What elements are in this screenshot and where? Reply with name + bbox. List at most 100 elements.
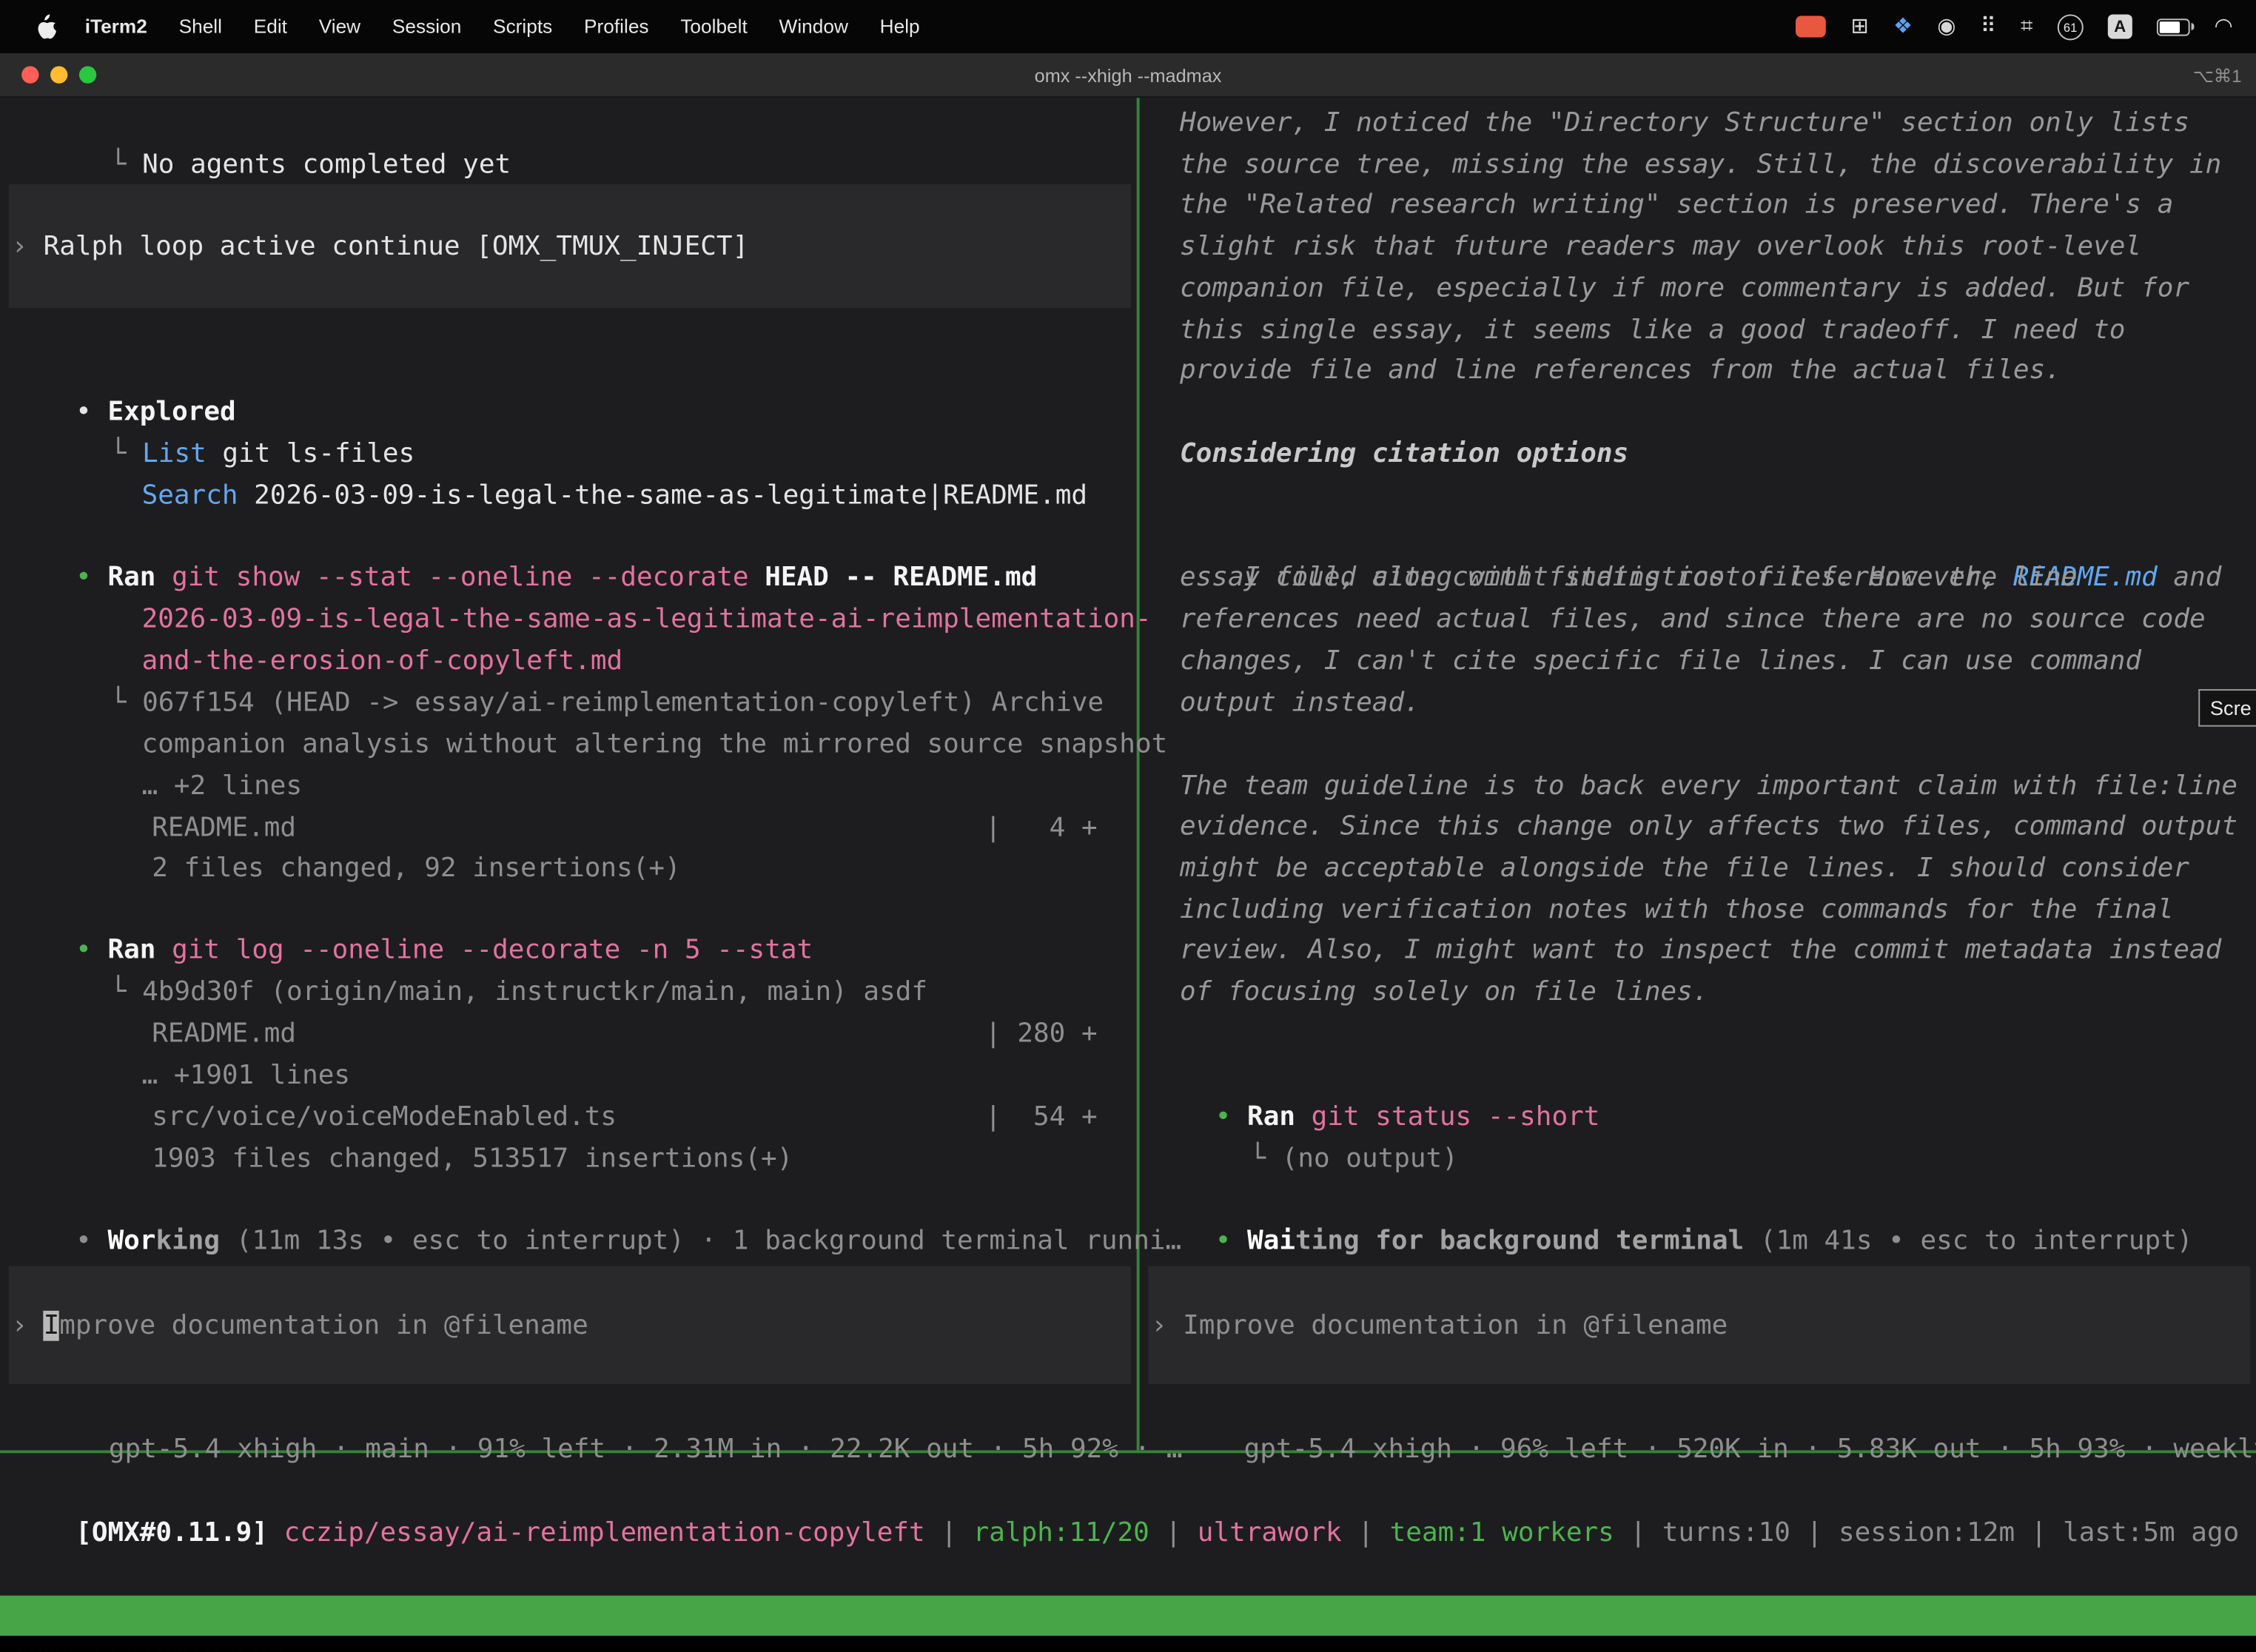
reasoning-text: changes, I can't cite specific file line… <box>1180 646 2141 676</box>
separator: | <box>1342 1518 1390 1548</box>
explored-search-line: Search 2026-03-09-is-legal-the-same-as-l… <box>78 433 1087 474</box>
window-shortcut-hint: ⌥⌘1 <box>2193 64 2242 86</box>
reasoning-line: changes, I can't cite specific file line… <box>1180 640 2141 682</box>
ralph-loop-banner: › Ralph loop active continue [OMX_TMUX_I… <box>9 184 1131 308</box>
spinner-word-tail: ting for background terminal <box>1295 1226 1744 1256</box>
waiting-status-line: • Waiting for background terminal (1m 41… <box>1151 1178 2192 1220</box>
explored-list-line: └ List git ls-files <box>46 392 414 433</box>
reasoning-text: might be acceptable alongside the file l… <box>1180 853 2189 884</box>
reasoning-text: The team guideline is to back every impo… <box>1180 771 2237 802</box>
separator: | <box>925 1518 973 1548</box>
reasoning-text: references need actual files, and since … <box>1180 604 2206 634</box>
bottom-strip <box>0 1636 2256 1651</box>
spinner-word-tail: king <box>155 1226 220 1256</box>
reasoning-heading: Considering citation options <box>1180 433 1628 474</box>
reasoning-line: I could cite commit statistics or refere… <box>1180 515 2221 557</box>
model-status-line-left: gpt-5.4 xhigh · main · 91% left · 2.31M … <box>44 1387 1182 1428</box>
menu-scripts[interactable]: Scripts <box>477 16 568 37</box>
menu-toolbelt[interactable]: Toolbelt <box>665 16 763 37</box>
reasoning-line: essay file, along with finding root file… <box>1180 557 2077 598</box>
diffstat-summary-line: 2 files changed, 92 insertions(+) <box>88 806 681 847</box>
ran-git-status-line: • Ran git status --short <box>1151 1055 1599 1096</box>
menu-shell[interactable]: Shell <box>163 16 238 37</box>
bullet: • <box>75 1226 92 1256</box>
reasoning-text: However, I noticed the "Directory Struct… <box>1180 108 2189 138</box>
diffstat-line: README.md | 4 + <box>88 765 1098 807</box>
waiting-details: (1m 41s • esc to interrupt) <box>1744 1226 2192 1256</box>
search-args: 2026-03-09-is-legal-the-same-as-legitima… <box>238 480 1088 511</box>
prompt-input-right[interactable]: › Improve documentation in @filename <box>1148 1266 2250 1384</box>
screen: iTerm2 Shell Edit View Session Scripts P… <box>0 0 2256 1652</box>
launcher-icon[interactable]: ❖ <box>1893 16 1913 37</box>
diffstat-line: src/voice/voiceModeEnabled.ts | 54 + <box>88 1055 1098 1096</box>
reasoning-text: this single essay, it seems like a good … <box>1180 315 2125 346</box>
reasoning-line: However, I noticed the "Directory Struct… <box>1180 102 2189 144</box>
menu-view[interactable]: View <box>303 16 376 37</box>
omx-turns: turns:10 <box>1662 1518 1790 1548</box>
omx-mode: ultrawork <box>1198 1518 1342 1548</box>
reasoning-text: slight risk that future readers may over… <box>1180 232 2141 262</box>
menu-app-name[interactable]: iTerm2 <box>69 16 163 37</box>
omx-session-time: session:12m <box>1839 1518 2015 1548</box>
menu-help[interactable]: Help <box>864 16 936 37</box>
reasoning-line: might be acceptable alongside the file l… <box>1180 847 2189 889</box>
bullet: • <box>1215 1226 1232 1256</box>
notification-overlay-text: Scre <box>2210 696 2252 719</box>
menu-edit[interactable]: Edit <box>238 16 303 37</box>
reasoning-text: the "Related research writing" section i… <box>1180 190 2173 221</box>
window-title: omx --xhigh --madmax <box>0 64 2256 86</box>
reasoning-text: review. Also, I might want to inspect th… <box>1180 936 2221 966</box>
agents-note-line: └ No agents completed yet <box>46 102 511 144</box>
prompt-chevron: › <box>1151 1310 1167 1340</box>
omx-last-activity: last:5m ago <box>2063 1518 2239 1548</box>
output-text: 1903 files changed, 513517 insertions(+) <box>152 1144 793 1174</box>
banner-text: Ralph loop active continue [OMX_TMUX_INJ… <box>44 231 749 261</box>
circle-icon[interactable]: ◉ <box>1937 16 1955 37</box>
menu-session[interactable]: Session <box>377 16 477 37</box>
apple-menu-icon[interactable] <box>23 14 69 38</box>
app-grid-icon[interactable]: ⠿ <box>1981 16 1996 37</box>
omx-ralph-counter: ralph:11/20 <box>973 1518 1149 1548</box>
utility-icon[interactable]: ⌗ <box>2021 16 2032 37</box>
output-text: └ (no output) <box>1249 1144 1457 1174</box>
spinner-word-head: Wor <box>92 1226 156 1256</box>
notification-overlay: Scre <box>2198 689 2256 727</box>
model-status-text: gpt-5.4 xhigh · main · 91% left · 2.31M … <box>109 1434 1183 1465</box>
wifi-icon[interactable]: ◠ <box>2214 16 2232 37</box>
text-cursor: I <box>44 1310 60 1340</box>
reasoning-text: and <box>2158 563 2222 593</box>
menu-bar-left: iTerm2 Shell Edit View Session Scripts P… <box>0 14 936 38</box>
reasoning-heading-text: Considering citation options <box>1180 439 1628 469</box>
input-placeholder: Improve documentation in @filename <box>1183 1310 1728 1340</box>
agents-note: No agents completed yet <box>142 150 511 180</box>
omx-repo-branch: cczip/essay/ai-reimplementation-copyleft <box>268 1518 925 1548</box>
display-icon[interactable]: ⊞ <box>1850 16 1868 37</box>
diffstat-line: README.md | 280 + <box>88 971 1098 1013</box>
reasoning-line: review. Also, I might want to inspect th… <box>1180 930 2221 971</box>
reasoning-text: the source tree, missing the essay. Stil… <box>1180 150 2221 180</box>
separator: | <box>2015 1518 2063 1548</box>
reasoning-text: evidence. Since this change only affects… <box>1180 811 2237 842</box>
reasoning-line: companion file, especially if more comme… <box>1180 268 2189 309</box>
battery-icon[interactable] <box>2157 18 2190 35</box>
battery-percent-icon[interactable]: 61 <box>2058 13 2084 39</box>
window-title-bar[interactable]: omx --xhigh --madmax ⌥⌘1 <box>0 53 2256 98</box>
reasoning-text: essay file, along with finding root file… <box>1180 563 2077 593</box>
reasoning-text: of focusing solely on file lines. <box>1180 977 1709 1007</box>
reasoning-line: The team guideline is to back every impo… <box>1180 765 2237 807</box>
menu-profiles[interactable]: Profiles <box>568 16 665 37</box>
prompt-input-left[interactable]: › I mprove documentation in @filename <box>9 1266 1131 1384</box>
separator: | <box>1149 1518 1198 1548</box>
menu-bar: iTerm2 Shell Edit View Session Scripts P… <box>0 0 2256 53</box>
screen-recording-indicator-icon[interactable] <box>1796 16 1827 37</box>
model-status-text: gpt-5.4 xhigh · 96% left · 520K in · 5.8… <box>1244 1434 2256 1465</box>
git-status-output-line: └ (no output) <box>1186 1096 1458 1138</box>
reasoning-line: the source tree, missing the essay. Stil… <box>1180 144 2221 185</box>
git-log-output-line: … +1901 lines <box>78 1013 350 1055</box>
input-source-icon[interactable]: A <box>2108 14 2132 38</box>
tmux-status-bar: [omx-cczip0:bash* "MacBook-Pro-44.local"… <box>0 1596 2256 1636</box>
reasoning-line: slight risk that future readers may over… <box>1180 226 2141 267</box>
omx-version: [OMX#0.11.9] <box>75 1518 268 1548</box>
reasoning-line: references need actual files, and since … <box>1180 599 2206 640</box>
menu-window[interactable]: Window <box>763 16 864 37</box>
